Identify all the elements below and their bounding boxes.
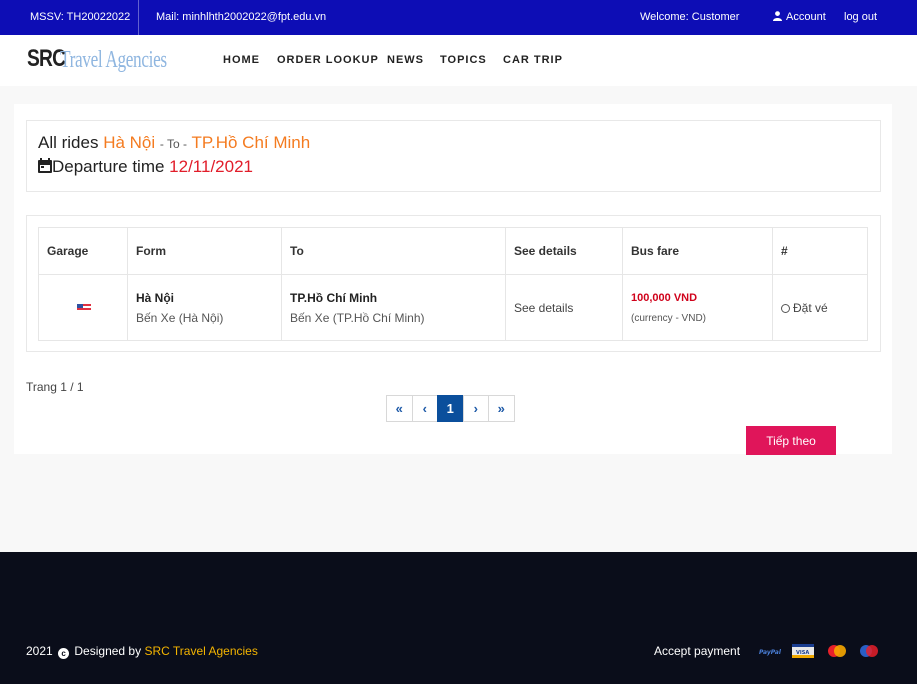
to-station: Bến Xe (TP.Hồ Chí Minh): [290, 310, 425, 325]
book-radio[interactable]: [781, 303, 790, 313]
table-header-row: Garage Form To See details Bus fare #: [38, 227, 868, 275]
copyright: 2021 c Designed by SRC Travel Agencies: [26, 644, 258, 659]
garage-cell: [38, 274, 128, 341]
last-page-button[interactable]: »: [488, 395, 515, 422]
mastercard-icon: [828, 645, 846, 657]
copyright-icon: c: [58, 648, 70, 659]
fare-value: 100,000 VND: [631, 291, 698, 304]
route-to-separator: - To -: [159, 137, 188, 151]
visa-icon: VISA: [792, 644, 814, 658]
header-bus-fare: Bus fare: [622, 227, 773, 275]
designed-by-label: Designed by: [74, 644, 142, 658]
route-to: TP.Hồ Chí Minh: [191, 133, 311, 152]
see-details-link[interactable]: See details: [505, 274, 623, 341]
logo-travel-text: Travel Agencies: [60, 47, 167, 73]
copyright-year: 2021: [26, 644, 53, 658]
logout-link[interactable]: log out: [844, 11, 877, 23]
accept-payment-label: Accept payment: [654, 644, 741, 658]
nav-car-trip[interactable]: CAR TRIP: [503, 54, 563, 66]
header-garage: Garage: [38, 227, 128, 275]
table-row: Hà Nội Bến Xe (Hà Nội) TP.Hồ Chí Minh Bế…: [38, 274, 868, 341]
header-hash: #: [772, 227, 868, 275]
header-form: Form: [127, 227, 282, 275]
top-bar-divider: [138, 0, 139, 35]
route-summary-card: [26, 120, 881, 192]
pagination: « ‹ 1 › »: [386, 395, 515, 422]
footer-brand-link[interactable]: SRC Travel Agencies: [144, 644, 257, 658]
first-page-button[interactable]: «: [386, 395, 413, 422]
header-to: To: [281, 227, 506, 275]
from-station: Bến Xe (Hà Nội): [136, 310, 224, 325]
prev-page-button[interactable]: ‹: [411, 395, 438, 422]
departure-label: Departure time: [52, 157, 165, 176]
departure-date: 12/11/2021: [169, 157, 253, 176]
rides-table: Garage Form To See details Bus fare # Hà…: [38, 227, 868, 341]
book-cell[interactable]: Đặt vé: [772, 274, 868, 341]
contact-mail: Mail: minhlhth2002022@fpt.edu.vn: [156, 11, 327, 23]
departure-line: Departure time 12/11/2021: [38, 157, 253, 177]
calendar-icon: [38, 158, 52, 173]
all-rides-label: All rides: [38, 133, 99, 152]
svg-text:PayPal: PayPal: [759, 649, 782, 656]
account-link[interactable]: Account: [773, 11, 826, 23]
from-city: Hà Nội: [136, 290, 175, 305]
next-page-button[interactable]: ›: [462, 395, 489, 422]
from-cell: Hà Nội Bến Xe (Hà Nội): [127, 274, 282, 341]
top-bar: MSSV: TH20022022 Mail: minhlhth2002022@f…: [0, 0, 917, 35]
student-id: MSSV: TH20022022: [30, 11, 131, 23]
nav-news[interactable]: NEWS: [387, 54, 424, 66]
header-see-details: See details: [505, 227, 623, 275]
route-heading: All rides Hà Nội - To - TP.Hồ Chí Minh: [38, 133, 310, 153]
nav-topics[interactable]: TOPICS: [440, 54, 487, 66]
to-city: TP.Hồ Chí Minh: [290, 290, 378, 305]
site-footer: 2021 c Designed by SRC Travel Agencies A…: [0, 552, 917, 684]
route-from: Hà Nội: [103, 133, 156, 152]
next-step-button[interactable]: Tiếp theo: [746, 426, 836, 455]
fare-currency: (currency - VND): [631, 312, 707, 324]
welcome-text: Welcome: Customer: [640, 11, 740, 23]
maestro-icon: [860, 645, 878, 657]
nav-home[interactable]: HOME: [223, 54, 260, 66]
fare-cell: 100,000 VND (currency - VND): [622, 274, 773, 341]
paypal-icon: PayPal: [759, 649, 782, 656]
svg-text:VISA: VISA: [796, 650, 809, 656]
garage-logo-icon: [77, 303, 91, 312]
to-cell: TP.Hồ Chí Minh Bến Xe (TP.Hồ Chí Minh): [281, 274, 506, 341]
site-logo[interactable]: SRC Travel Agencies: [27, 45, 167, 75]
nav-order-lookup[interactable]: ORDER LOOKUP: [277, 54, 379, 66]
site-header: SRC Travel Agencies HOME ORDER LOOKUP NE…: [0, 35, 917, 86]
book-label: Đặt vé: [793, 300, 828, 315]
user-icon: [773, 11, 782, 21]
account-label: Account: [786, 11, 826, 23]
page-info: Trang 1 / 1: [26, 380, 84, 394]
page-1-button[interactable]: 1: [437, 395, 464, 422]
